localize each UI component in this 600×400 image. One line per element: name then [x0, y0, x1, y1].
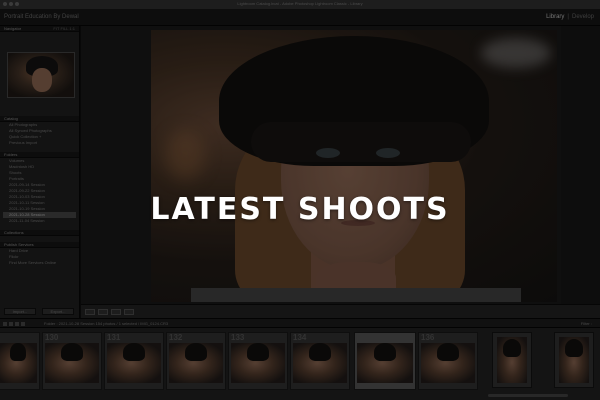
identity-bar: Portrait Education By Dewal Library | De…	[0, 9, 600, 26]
left-panel: Navigator FIT FILL 1:1 Catalog All Photo…	[0, 26, 80, 318]
thumb-number: 131	[107, 333, 121, 342]
grid-icon[interactable]	[9, 322, 13, 326]
thumb-number: 134	[293, 333, 307, 342]
module-separator: |	[567, 14, 569, 20]
filmstrip-thumb[interactable]: 130	[42, 332, 102, 390]
catalog-label: Catalog	[4, 116, 18, 121]
collections-header[interactable]: Collections	[0, 230, 79, 236]
window-title-bar: Lightroom Catalog.lrcat - Adobe Photosho…	[0, 0, 600, 9]
thumb-number: 136	[421, 333, 435, 342]
grid-view-icon[interactable]	[85, 309, 95, 315]
identity-plate: Portrait Education By Dewal	[4, 14, 79, 20]
second-window-icon[interactable]	[3, 322, 7, 326]
loupe-view	[81, 26, 561, 304]
module-picker: Library | Develop	[546, 14, 594, 20]
navigator-header[interactable]: Navigator FIT FILL 1:1	[0, 26, 79, 32]
thumb-number: 132	[169, 333, 183, 342]
filmstrip-thumb-portrait[interactable]	[492, 332, 532, 388]
filmstrip-scrollbar[interactable]	[488, 394, 568, 397]
publish-services-label: Publish Services	[4, 242, 34, 247]
publish-item[interactable]: Find More Services Online	[3, 260, 76, 266]
collections-label: Collections	[4, 230, 24, 235]
main-photo[interactable]	[151, 30, 557, 302]
survey-view-icon[interactable]	[124, 309, 134, 315]
import-button[interactable]: Import...	[4, 308, 36, 315]
thumb-number: 135	[357, 333, 371, 342]
catalog-item[interactable]: Previous Import	[3, 140, 76, 146]
back-icon[interactable]	[15, 322, 19, 326]
filmstrip-thumb-portrait[interactable]	[554, 332, 594, 388]
filmstrip-source[interactable]: Folder : 2021-10-28 Session 154 photos /…	[44, 319, 168, 328]
export-button[interactable]: Export...	[42, 308, 74, 315]
forward-icon[interactable]	[21, 322, 25, 326]
filmstrip-thumb-selected[interactable]: 135	[354, 332, 416, 390]
navigator-preview[interactable]	[7, 52, 75, 98]
library-toolbar	[81, 304, 600, 318]
filmstrip-thumb[interactable]: 132	[166, 332, 226, 390]
folders-label: Folders	[4, 152, 18, 157]
filmstrip-thumb[interactable]: 131	[104, 332, 164, 390]
filmstrip-thumb[interactable]	[0, 332, 40, 390]
compare-view-icon[interactable]	[111, 309, 121, 315]
filmstrip-thumb[interactable]: 133	[228, 332, 288, 390]
navigator-zoom-controls[interactable]: FIT FILL 1:1	[53, 26, 75, 32]
thumb-number: 130	[45, 333, 59, 342]
loupe-view-icon[interactable]	[98, 309, 108, 315]
headline: LATEST SHOOTS	[150, 192, 450, 227]
filmstrip: 130 131 132 133 134 135 136	[0, 328, 600, 400]
thumb-number: 133	[231, 333, 245, 342]
right-panel	[561, 26, 600, 304]
navigator-label: Navigator	[4, 26, 22, 31]
module-develop[interactable]: Develop	[572, 14, 594, 20]
filmstrip-thumb[interactable]: 134	[290, 332, 350, 390]
window-title: Lightroom Catalog.lrcat - Adobe Photosho…	[237, 1, 363, 6]
module-library[interactable]: Library	[546, 14, 564, 20]
filmstrip-filter[interactable]: Filter :	[581, 319, 592, 328]
filmstrip-bar: Folder : 2021-10-28 Session 154 photos /…	[0, 318, 600, 328]
filmstrip-thumb[interactable]: 136	[418, 332, 478, 390]
